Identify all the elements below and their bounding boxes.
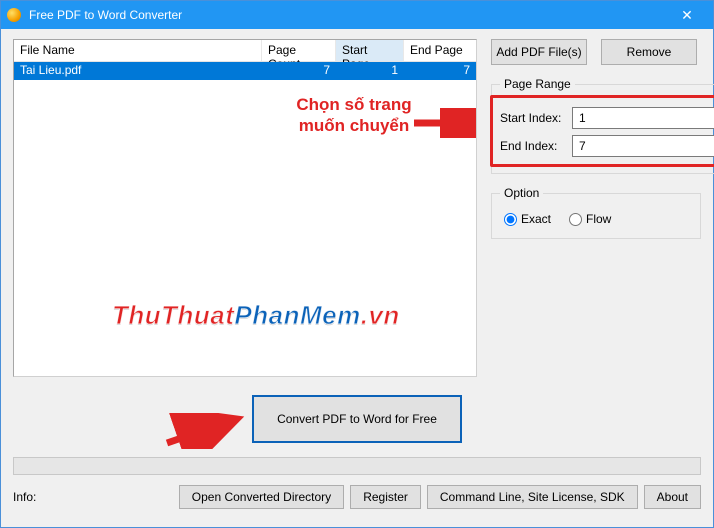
annotation-arrow-right [414,108,477,138]
annotation-range-text: Chọn số trang muốn chuyển [274,94,434,137]
grid-header: File Name Page Count Start Page End Page [14,40,476,62]
cell-start: 1 [336,62,404,80]
radio-exact[interactable] [504,213,517,226]
top-button-row: Add PDF File(s) Remove [491,39,701,65]
table-row[interactable]: Tai Lieu.pdf 7 1 7 [14,62,476,80]
about-button[interactable]: About [644,485,701,509]
convert-row: Convert PDF to Word for Free [13,395,701,443]
end-index-input[interactable] [573,136,714,156]
annotation-arrow-convert [165,413,245,449]
add-pdf-button[interactable]: Add PDF File(s) [491,39,587,65]
start-index-input[interactable] [573,108,714,128]
radio-flow[interactable] [569,213,582,226]
option-group: Option Exact Flow [491,186,701,239]
titlebar: Free PDF to Word Converter ✕ [1,1,713,29]
upper-panel: File Name Page Count Start Page End Page… [13,39,701,377]
radio-exact-text: Exact [521,212,551,226]
col-header-name[interactable]: File Name [14,40,262,61]
info-progress-bar [13,457,701,475]
col-header-start[interactable]: Start Page [336,40,404,61]
watermark-ext: .vn [361,300,400,330]
option-radios: Exact Flow [500,210,692,228]
end-index-spinner[interactable]: ▲ ▼ [572,135,714,157]
radio-exact-label[interactable]: Exact [504,212,551,226]
option-legend: Option [500,186,543,200]
app-icon [7,8,21,22]
grid-body: Tai Lieu.pdf 7 1 7 Chọn số trang muốn ch… [14,62,476,376]
client-area: File Name Page Count Start Page End Page… [1,29,713,527]
page-range-legend: Page Range [500,77,575,91]
right-pane: Add PDF File(s) Remove Page Range Start … [491,39,701,377]
cell-name: Tai Lieu.pdf [14,62,262,80]
register-button[interactable]: Register [350,485,421,509]
end-index-label: End Index: [500,139,566,153]
watermark: ThuThuatPhanMem.vn [112,300,400,331]
watermark-blue: PhanMem [234,300,360,330]
close-button[interactable]: ✕ [667,1,707,29]
cell-count: 7 [262,62,336,80]
open-directory-button[interactable]: Open Converted Directory [179,485,344,509]
remove-button[interactable]: Remove [601,39,697,65]
window-title: Free PDF to Word Converter [29,8,667,22]
cell-end: 7 [404,62,476,80]
end-index-row: End Index: ▲ ▼ [500,135,714,157]
radio-flow-label[interactable]: Flow [569,212,611,226]
cmdline-button[interactable]: Command Line, Site License, SDK [427,485,638,509]
page-range-group: Page Range Start Index: ▲ ▼ E [491,77,714,174]
convert-button[interactable]: Convert PDF to Word for Free [252,395,462,443]
footer: Info: Open Converted Directory Register … [13,485,701,509]
app-window: Free PDF to Word Converter ✕ File Name P… [0,0,714,528]
watermark-red: ThuThuat [112,300,234,330]
start-index-label: Start Index: [500,111,566,125]
col-header-count[interactable]: Page Count [262,40,336,61]
col-header-end[interactable]: End Page [404,40,476,61]
info-label: Info: [13,490,45,504]
file-grid[interactable]: File Name Page Count Start Page End Page… [13,39,477,377]
start-index-row: Start Index: ▲ ▼ [500,107,714,129]
radio-flow-text: Flow [586,212,611,226]
start-index-spinner[interactable]: ▲ ▼ [572,107,714,129]
